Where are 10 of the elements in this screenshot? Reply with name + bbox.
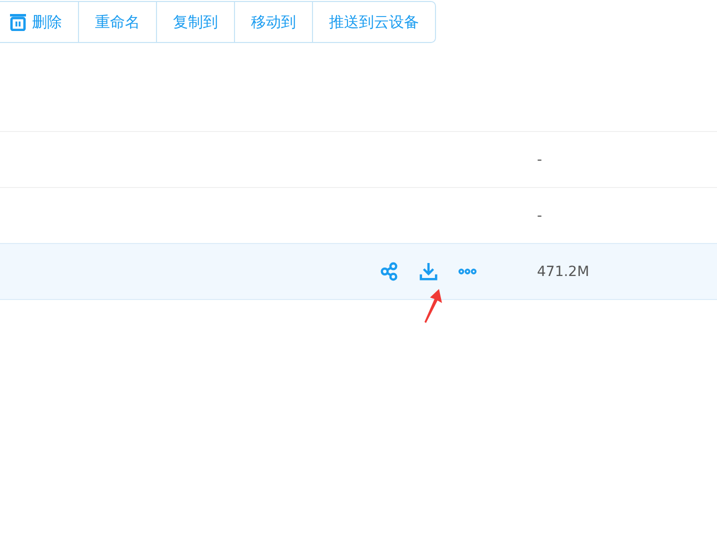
file-size: 471.2M	[537, 264, 590, 280]
file-size: -	[537, 208, 542, 224]
share-icon[interactable]	[380, 262, 399, 281]
file-row[interactable]: -	[0, 132, 717, 188]
trash-icon	[10, 13, 26, 31]
file-size: -	[537, 152, 542, 168]
toolbar-button[interactable]: 推送到云设备	[312, 2, 435, 42]
selected-file-row[interactable]: 471.2M	[0, 243, 717, 300]
annotation-arrow	[423, 288, 443, 324]
download-icon[interactable]	[419, 262, 438, 281]
